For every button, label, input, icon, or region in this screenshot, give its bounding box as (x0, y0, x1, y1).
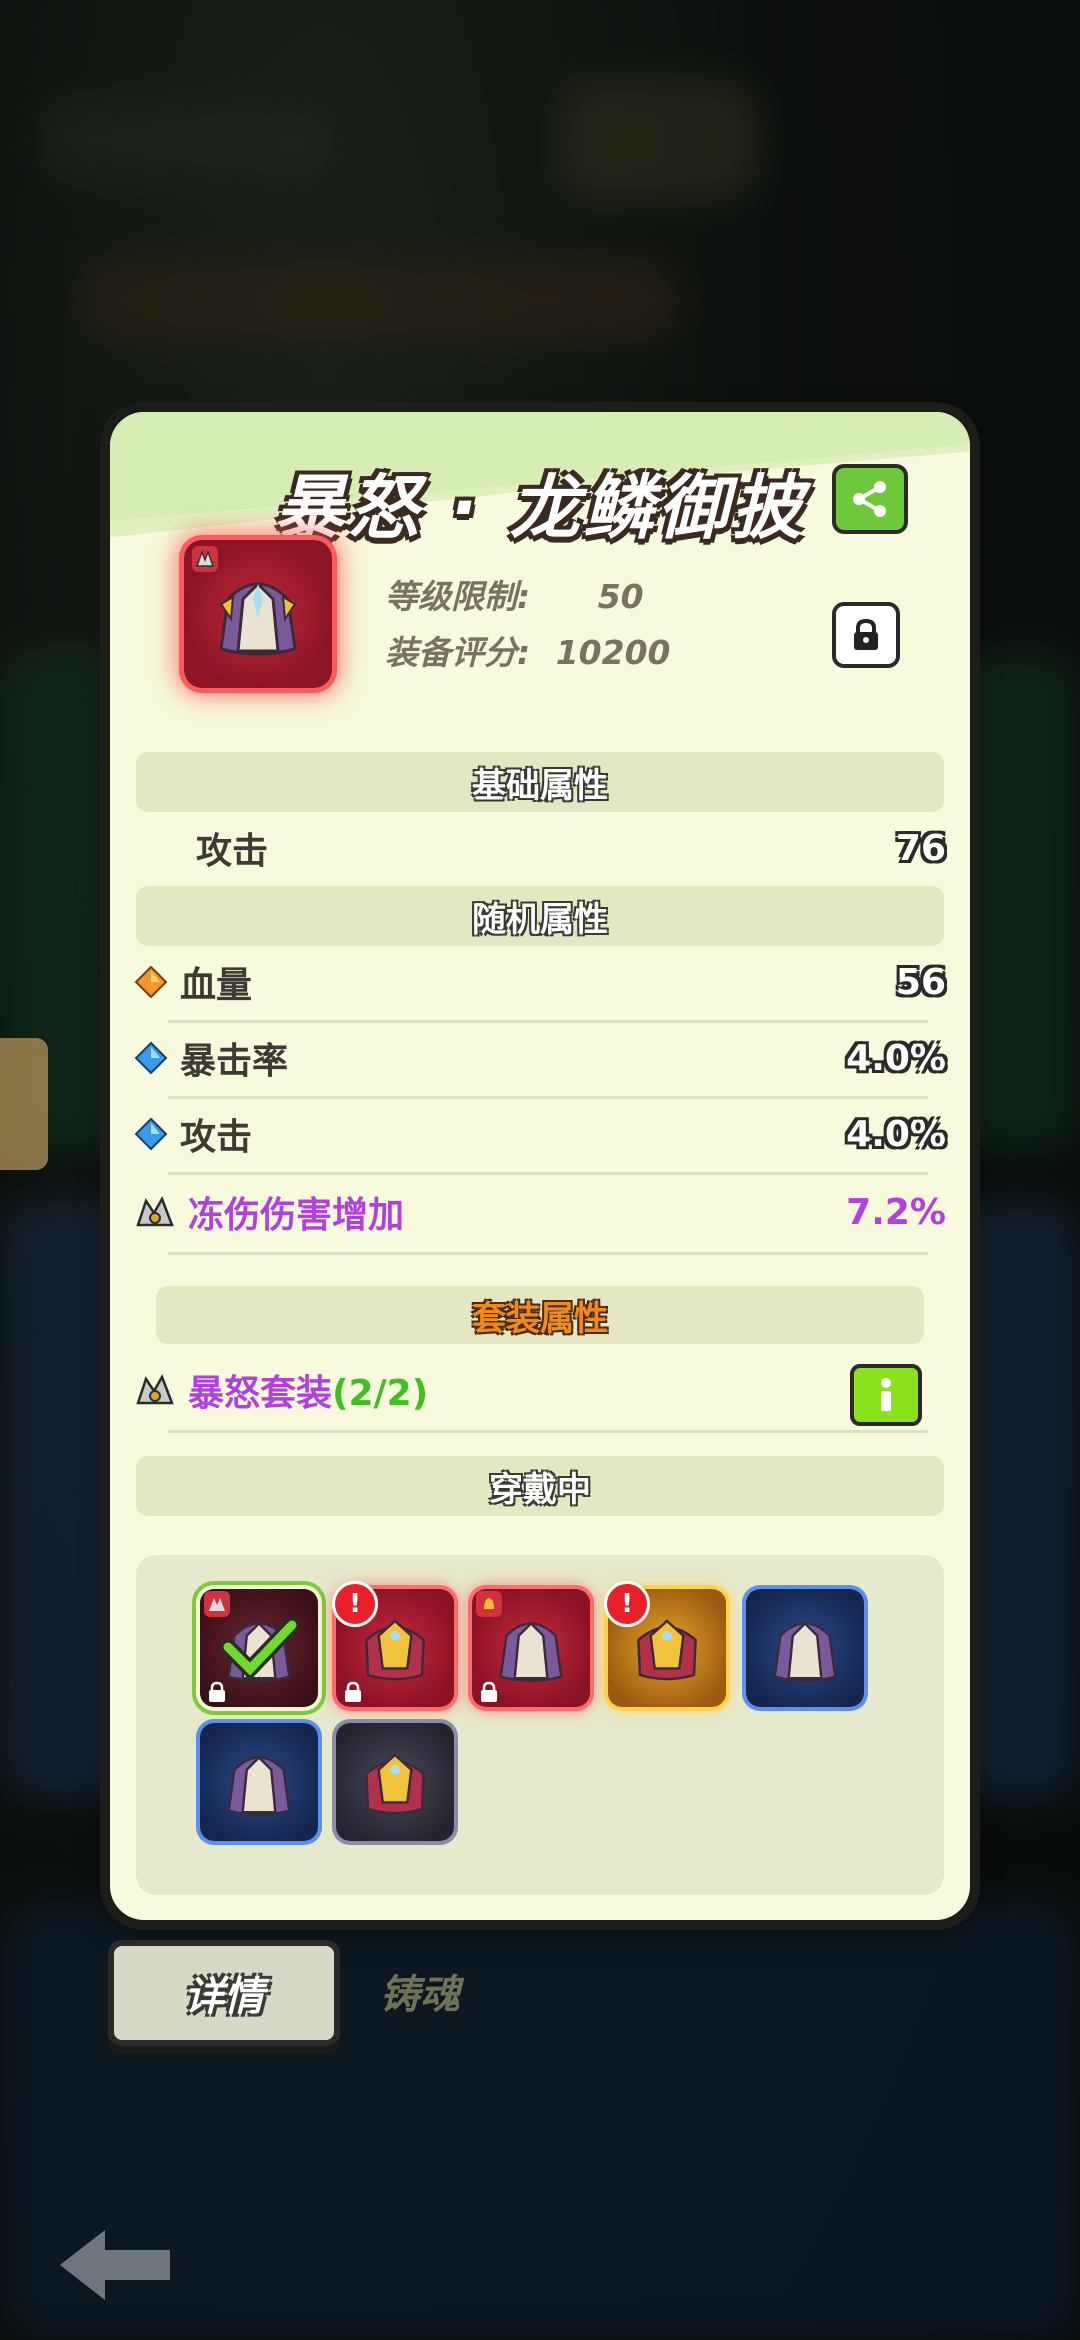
random-stat-row: 暴击率 4.0% (134, 1028, 946, 1088)
set-name: 暴怒套装 (188, 1373, 333, 1414)
stat-label: 血量 (180, 965, 253, 1006)
checkmark-icon (222, 1617, 298, 1677)
lock-icon (854, 618, 878, 650)
equipment-slot-equipped[interactable] (200, 1589, 318, 1707)
stat-label: 冻伤伤害增加 (188, 1195, 405, 1236)
set-info-button[interactable] (850, 1364, 922, 1426)
alert-badge-icon: ! (604, 1581, 650, 1627)
set-count: (2/2) (332, 1373, 429, 1414)
share-icon (853, 481, 886, 517)
dragon-cloak-icon (365, 1753, 425, 1815)
equipment-score: 装备评分: 10200 (385, 626, 671, 674)
set-bonus-row: 暴怒套装(2/2) (134, 1360, 946, 1420)
set-emblem-icon (192, 546, 218, 572)
equipped-items-grid: ! ! (136, 1555, 944, 1895)
random-stat-row: 攻击 4.0% (134, 1104, 946, 1164)
equipment-slot[interactable] (336, 1723, 454, 1841)
equipment-slot[interactable]: ! (332, 1581, 454, 1707)
divider (168, 1172, 928, 1175)
level-requirement: 等级限制: 50 (385, 570, 644, 618)
equipment-slot[interactable] (472, 1589, 590, 1707)
stat-value: 56 (895, 961, 946, 1003)
stat-label: 攻击 (180, 1117, 253, 1158)
section-base-stats: 基础属性 (136, 752, 944, 812)
tab-forge[interactable]: 铸魂 (380, 1962, 460, 2020)
equipment-slot[interactable]: ! (604, 1581, 726, 1707)
equipment-detail-panel: 暴怒 · 龙鳞御披 等级限制: 50 装备评分: 10200 基础属性 攻击 7… (110, 412, 970, 1920)
info-icon (881, 1378, 891, 1411)
share-button[interactable] (832, 464, 908, 534)
divider (168, 1430, 928, 1433)
back-arrow-icon[interactable] (50, 2220, 180, 2310)
stat-label: 暴击率 (180, 1041, 289, 1082)
score-value: 10200 (555, 633, 671, 672)
stat-value: 4.0% (846, 1113, 946, 1155)
tab-details[interactable]: 详情 (108, 1940, 340, 2046)
lock-icon (345, 1681, 361, 1702)
dragon-cloak-icon (219, 581, 297, 656)
dragon-cloak-icon (773, 1621, 837, 1682)
score-label: 装备评分: (385, 633, 531, 672)
level-value: 50 (597, 577, 644, 616)
stat-value: 7.2% (846, 1191, 946, 1233)
divider (168, 1020, 928, 1023)
set-emblem-icon (204, 1591, 230, 1617)
stat-value: 4.0% (846, 1037, 946, 1079)
alert-badge-icon: ! (332, 1581, 378, 1627)
bell-icon (476, 1591, 502, 1617)
stat-label: 攻击 (196, 831, 269, 872)
level-label: 等级限制: (385, 577, 531, 616)
side-panel-handle[interactable] (0, 1038, 48, 1170)
set-bonus-label: 暴怒套装(2/2) (188, 1364, 946, 1416)
blue-diamond-icon (134, 1117, 168, 1151)
lock-icon (481, 1681, 497, 1702)
section-wearing: 穿戴中 (136, 1456, 944, 1516)
lock-toggle-button[interactable] (832, 602, 900, 668)
stat-value: 76 (895, 827, 946, 869)
equipment-slot[interactable] (200, 1723, 318, 1841)
random-stat-row: 血量 56 (134, 952, 946, 1012)
orange-diamond-icon (134, 965, 168, 999)
set-emblem-icon (136, 1374, 174, 1405)
item-icon-frame (184, 540, 332, 688)
equipment-slot[interactable] (746, 1589, 864, 1707)
set-emblem-icon (136, 1196, 174, 1227)
dragon-cloak-icon (227, 1755, 291, 1816)
divider (168, 1096, 928, 1099)
section-random-stats: 随机属性 (136, 886, 944, 946)
divider (168, 1252, 928, 1255)
blue-diamond-icon (134, 1041, 168, 1075)
random-stat-row-set: 冻伤伤害增加 7.2% (134, 1182, 946, 1242)
lock-icon (209, 1681, 225, 1702)
base-stat-row: 攻击 76 (196, 818, 946, 878)
section-set-bonus: 套装属性 (156, 1286, 924, 1344)
